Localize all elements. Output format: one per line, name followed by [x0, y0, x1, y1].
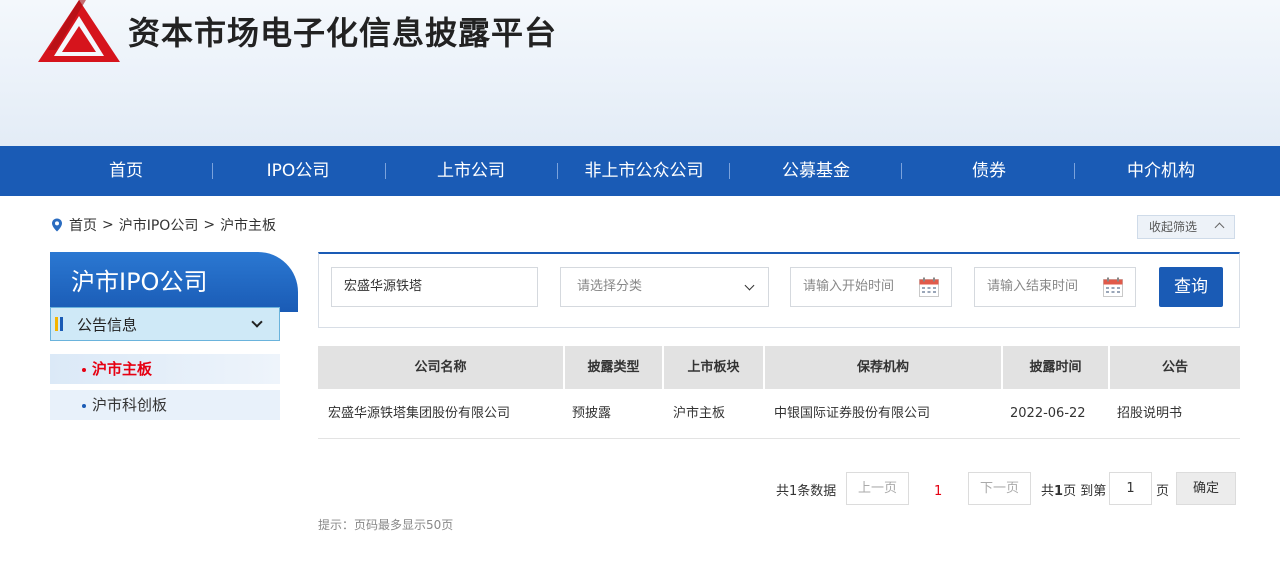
column-header-date: 披露时间 [1029, 360, 1082, 375]
collapse-filter-button[interactable]: 收起筛选 [1137, 215, 1235, 239]
column-header-sponsor: 保荐机构 [856, 360, 909, 375]
sidebar-title: 沪市IPO公司 [50, 252, 298, 312]
chevron-up-icon [1214, 222, 1225, 233]
current-page-number[interactable]: 1 [934, 480, 942, 504]
site-title: 资本市场电子化信息披露平台 [128, 14, 558, 52]
bullet-icon [82, 404, 86, 408]
start-date-input[interactable]: 请输入开始时间 [790, 267, 952, 307]
cell-board: 沪市主板 [673, 406, 726, 421]
breadcrumb-home[interactable]: 首页 [69, 215, 97, 235]
group-marker-icon [60, 317, 63, 331]
company-search-input[interactable]: 宏盛华源铁塔 [331, 267, 538, 307]
location-pin-icon [52, 218, 62, 232]
nav-item-intermediaries[interactable]: 中介机构 [1086, 146, 1236, 196]
nav-divider [212, 163, 213, 179]
sidebar-group-label: 公告信息 [77, 316, 138, 334]
nav-divider [557, 163, 558, 179]
main-nav: 首页 IPO公司 上市公司 非上市公众公司 公募基金 债券 中介机构 [0, 146, 1280, 196]
cell-notice-link[interactable]: 招股说明书 [1117, 389, 1182, 439]
nav-item-listed[interactable]: 上市公司 [396, 146, 546, 196]
category-select[interactable]: 请选择分类 [560, 267, 769, 307]
chevron-down-icon [744, 280, 755, 291]
calendar-icon[interactable] [919, 277, 939, 297]
chevron-down-icon [251, 316, 263, 328]
table-header-row: 公司名称 披露类型 上市板块 保荐机构 披露时间 公告 [318, 346, 1240, 389]
site-logo-icon[interactable] [38, 0, 120, 62]
nav-item-home[interactable]: 首页 [51, 146, 201, 196]
sidebar-item-label: 沪市主板 [92, 360, 153, 378]
cell-company[interactable]: 宏盛华源铁塔集团股份有限公司 [328, 389, 510, 439]
breadcrumb-current: 沪市主板 [220, 218, 277, 234]
pages-prefix: 共 [1041, 484, 1055, 499]
nav-divider [729, 163, 730, 179]
breadcrumb: 首页 > 沪市IPO公司 > 沪市主板 [50, 215, 276, 235]
column-header-type: 披露类型 [587, 360, 640, 375]
next-page-button[interactable]: 下一页 [968, 472, 1031, 505]
table-row[interactable]: 宏盛华源铁塔集团股份有限公司 预披露 沪市主板 中银国际证券股份有限公司 202… [318, 389, 1240, 439]
goto-confirm-button[interactable]: 确定 [1176, 472, 1236, 505]
site-header: 资本市场电子化信息披露平台 [0, 0, 1280, 146]
page-unit-label: 页 [1156, 484, 1170, 499]
column-header-company: 公司名称 [414, 360, 467, 375]
bullet-icon [82, 368, 86, 372]
end-date-input[interactable]: 请输入结束时间 [974, 267, 1136, 307]
pages-suffix: 页 到第 [1063, 484, 1107, 499]
cell-date: 2022-06-22 [1010, 406, 1086, 421]
sidebar-item-star-market[interactable]: 沪市科创板 [50, 390, 280, 420]
cell-type: 预披露 [572, 406, 612, 421]
pagination-tip: 提示：页码最多显示50页 [318, 518, 454, 532]
nav-item-ipo[interactable]: IPO公司 [223, 146, 373, 196]
nav-item-unlisted-public[interactable]: 非上市公众公司 [569, 146, 719, 196]
pagination-total: 共1条数据 [776, 484, 837, 499]
cell-sponsor: 中银国际证券股份有限公司 [774, 406, 931, 421]
nav-item-bonds[interactable]: 债券 [914, 146, 1064, 196]
sidebar-item-label: 沪市科创板 [92, 396, 168, 414]
nav-divider [385, 163, 386, 179]
breadcrumb-ipo[interactable]: 沪市IPO公司 [119, 215, 199, 235]
calendar-icon[interactable] [1103, 277, 1123, 297]
start-date-placeholder: 请输入开始时间 [803, 279, 895, 294]
category-select-value: 请选择分类 [577, 279, 643, 294]
prev-page-button[interactable]: 上一页 [846, 472, 909, 505]
query-button[interactable]: 查询 [1159, 267, 1223, 307]
collapse-filter-label: 收起筛选 [1149, 220, 1198, 234]
nav-divider [1074, 163, 1075, 179]
pages-count: 1 [1054, 484, 1064, 499]
end-date-placeholder: 请输入结束时间 [987, 279, 1079, 294]
nav-item-funds[interactable]: 公募基金 [741, 146, 891, 196]
pagination-pages-info: 共1页 到第 [1041, 480, 1106, 504]
group-marker-icon [55, 317, 58, 331]
column-header-board: 上市板块 [687, 360, 740, 375]
column-header-notice: 公告 [1161, 360, 1188, 375]
breadcrumb-separator: > [102, 217, 114, 233]
sidebar-group-toggle[interactable]: 公告信息 [50, 307, 280, 341]
breadcrumb-separator: > [203, 217, 216, 233]
goto-page-input[interactable]: 1 [1109, 472, 1152, 505]
sidebar-item-main-board[interactable]: 沪市主板 [50, 354, 280, 384]
filter-panel: 宏盛华源铁塔 请选择分类 请输入开始时间 请输入结束时间 查询 [318, 252, 1240, 328]
nav-divider [901, 163, 902, 179]
